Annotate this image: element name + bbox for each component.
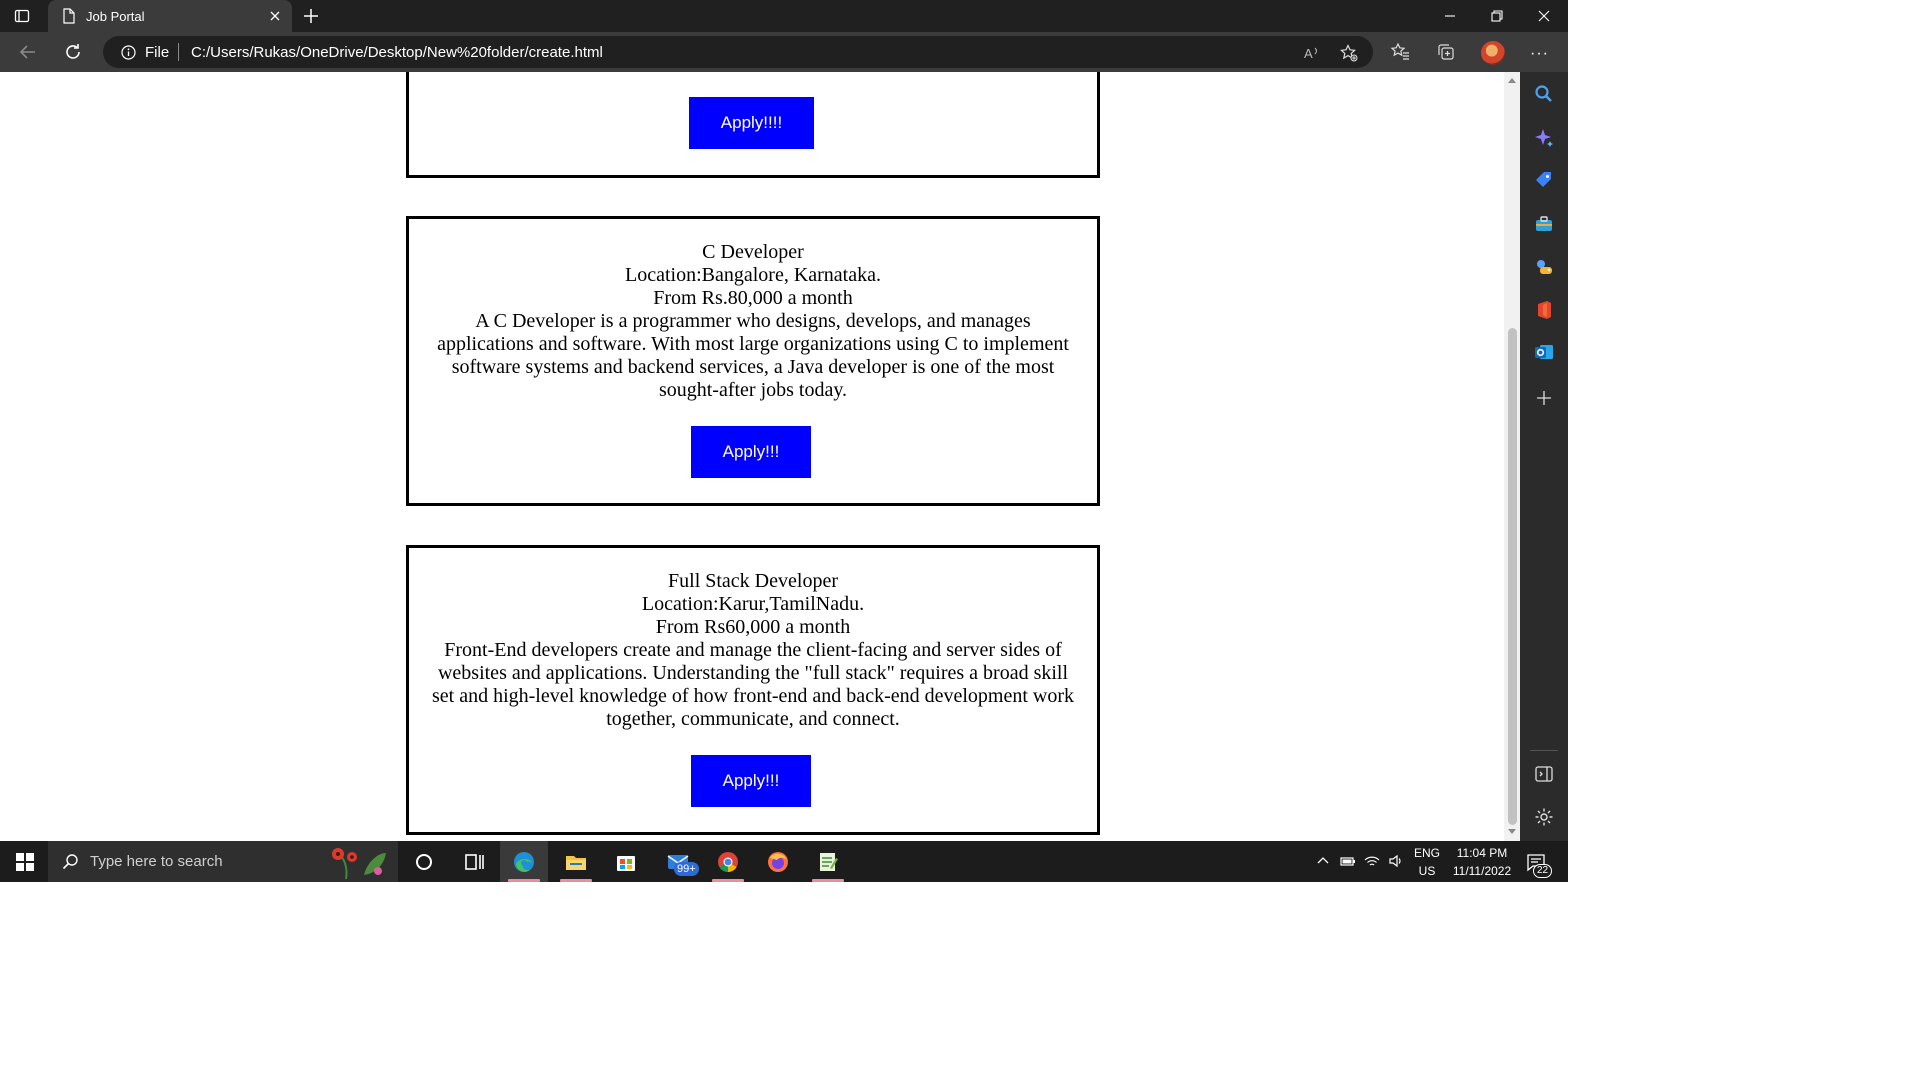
store-taskbar-app[interactable] [602, 841, 650, 882]
job-description: Front-End developers create and manage t… [431, 639, 1075, 730]
job-location: Location:Karur,TamilNadu. [641, 593, 865, 615]
job-card: Apply!!!! [406, 72, 1100, 178]
address-bar[interactable]: File C:/Users/Rukas/OneDrive/Desktop/New… [103, 36, 1373, 68]
mail-unread-badge: 99+ [674, 862, 699, 876]
scroll-down-icon[interactable] [1508, 829, 1516, 834]
search-icon[interactable] [1534, 84, 1554, 104]
page-icon [63, 8, 75, 24]
job-location: Location:Bangalore, Karnataka. [625, 264, 881, 286]
collections-icon[interactable] [1436, 42, 1456, 62]
profile-avatar[interactable] [1481, 41, 1505, 65]
tab-actions-icon[interactable] [14, 8, 30, 24]
clock-time: 11:04 PM [1456, 846, 1508, 860]
scroll-up-icon[interactable] [1508, 78, 1516, 83]
notification-count-badge: 22 [1533, 864, 1553, 878]
volume-icon[interactable] [1388, 853, 1404, 869]
outlook-icon[interactable] [1534, 342, 1554, 362]
favorites-icon[interactable] [1390, 42, 1410, 62]
new-tab-icon[interactable] [302, 7, 320, 25]
browser-titlebar: Job Portal [0, 0, 1568, 32]
active-indicator [712, 879, 744, 882]
battery-icon[interactable] [1340, 853, 1356, 869]
job-title: C Developer [702, 241, 804, 263]
notepad-plus-icon [820, 853, 838, 871]
active-indicator [812, 879, 844, 882]
close-window-icon[interactable] [1536, 8, 1552, 24]
job-details: C Developer Location:Bangalore, Karnatak… [425, 241, 1081, 402]
region-code: US [1418, 864, 1436, 878]
active-indicator [560, 879, 592, 882]
language-code: ENG [1413, 846, 1440, 860]
read-aloud-icon[interactable]: A [1303, 44, 1321, 62]
shopping-tag-icon[interactable] [1534, 170, 1554, 190]
divider [1530, 750, 1558, 751]
games-icon[interactable] [1534, 257, 1554, 277]
apply-button[interactable]: Apply!!! [691, 426, 811, 478]
job-card: Full Stack Developer Location:Karur,Tami… [406, 545, 1100, 835]
cortana-button[interactable] [400, 841, 448, 882]
clock-date: 11/11/2022 [1452, 864, 1512, 878]
page-viewport: Apply!!!! C Developer Location:Bangalore… [0, 72, 1504, 841]
job-details: Full Stack Developer Location:Karur,Tami… [425, 570, 1081, 731]
task-view-icon [465, 854, 484, 870]
svg-text:A: A [1304, 46, 1313, 61]
divider [178, 43, 179, 61]
apply-button[interactable]: Apply!!! [691, 755, 811, 807]
add-icon[interactable] [1534, 388, 1554, 408]
tools-briefcase-icon[interactable] [1534, 214, 1554, 234]
windows-taskbar: Type here to search [0, 841, 1568, 882]
store-icon [617, 856, 635, 871]
apply-button[interactable]: Apply!!!! [689, 97, 814, 149]
file-explorer-taskbar-app[interactable] [552, 841, 600, 882]
browser-toolbar: File C:/Users/Rukas/OneDrive/Desktop/New… [0, 32, 1568, 72]
scheme-label: File [145, 44, 170, 61]
language-indicator[interactable]: ENG US [1412, 846, 1442, 879]
add-favorite-icon[interactable] [1340, 44, 1358, 62]
firefox-taskbar-app[interactable] [754, 841, 802, 882]
url-text[interactable]: C:/Users/Rukas/OneDrive/Desktop/New%20fo… [191, 44, 603, 61]
job-title: Full Stack Developer [668, 570, 838, 592]
job-description: A C Developer is a programmer who design… [437, 310, 1069, 401]
refresh-icon[interactable] [63, 42, 83, 62]
notepad-taskbar-app[interactable] [804, 841, 852, 882]
close-tab-icon[interactable] [268, 9, 282, 23]
job-card: C Developer Location:Bangalore, Karnatak… [406, 216, 1100, 506]
more-options-icon[interactable]: ··· [1530, 46, 1549, 62]
edge-taskbar-app[interactable] [500, 841, 548, 882]
minimize-icon[interactable] [1442, 8, 1458, 24]
firefox-icon [768, 852, 788, 872]
vertical-scrollbar[interactable] [1504, 72, 1520, 841]
active-indicator [508, 879, 540, 882]
folder-icon [566, 856, 586, 870]
edge-sidebar [1520, 72, 1568, 841]
discover-sparkle-icon[interactable] [1534, 128, 1554, 148]
search-placeholder: Type here to search [90, 853, 223, 870]
tab-title: Job Portal [86, 9, 145, 24]
search-highlight-flowers-icon[interactable] [326, 845, 396, 879]
back-arrow-icon[interactable] [18, 42, 38, 62]
edge-icon [514, 852, 534, 872]
job-salary: From Rs.80,000 a month [653, 287, 853, 309]
task-view-button[interactable] [450, 841, 498, 882]
office-icon[interactable] [1534, 300, 1554, 320]
search-icon [62, 854, 78, 870]
chevron-up-icon[interactable] [1315, 853, 1331, 869]
chrome-taskbar-app[interactable] [704, 841, 752, 882]
windows-start-icon[interactable] [16, 853, 34, 871]
tab-job-portal[interactable]: Job Portal [48, 0, 292, 32]
settings-gear-icon[interactable] [1534, 807, 1554, 827]
job-salary: From Rs60,000 a month [655, 616, 851, 638]
clock[interactable]: 11:04 PM 11/11/2022 [1446, 846, 1518, 879]
info-icon[interactable] [121, 45, 136, 60]
cortana-icon [416, 854, 432, 870]
wifi-icon[interactable] [1364, 853, 1380, 869]
chrome-icon [718, 852, 738, 872]
scroll-thumb[interactable] [1508, 328, 1517, 825]
hide-sidebar-icon[interactable] [1534, 764, 1554, 784]
restore-icon[interactable] [1489, 8, 1505, 24]
